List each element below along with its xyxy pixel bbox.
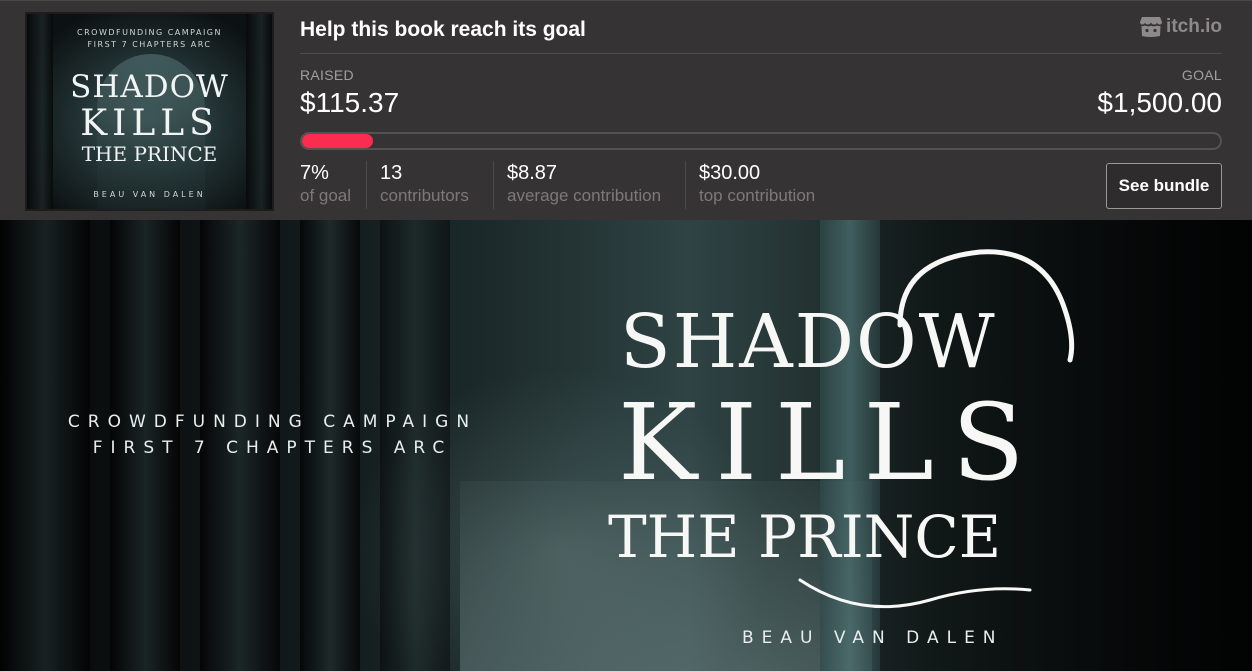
- banner-arc-line: FIRST 7 CHAPTERS ARC: [92, 438, 453, 458]
- banner-title-shadow: SHADOW: [620, 299, 997, 385]
- raised-amount: $115.37: [300, 87, 400, 118]
- stat-top-contribution: $30.00 top contribution: [685, 161, 815, 209]
- stat-label: contributors: [380, 186, 469, 205]
- book-cover-thumbnail[interactable]: CROWDFUNDING CAMPAIGN FIRST 7 CHAPTERS A…: [25, 12, 274, 211]
- stat-percent-of-goal: 7% of goal: [300, 161, 351, 209]
- funding-progress-fill: [302, 134, 373, 148]
- cover-author: BEAU VAN DALEN: [93, 190, 206, 199]
- see-bundle-button[interactable]: See bundle: [1106, 163, 1222, 209]
- stat-contributors: 13 contributors: [366, 161, 469, 209]
- stat-value: 7%: [300, 162, 329, 184]
- banner-title-kills: KILLS: [618, 381, 1043, 504]
- cover-campaign-line: CROWDFUNDING CAMPAIGN: [77, 28, 222, 37]
- goal-amount: $1,500.00: [1097, 87, 1222, 118]
- cover-title-the-prince: THE PRINCE: [81, 142, 218, 166]
- cover-title-shadow: SHADOW: [70, 69, 229, 105]
- cover-arc-line: FIRST 7 CHAPTERS ARC: [87, 40, 212, 49]
- banner-title-the-prince: THE PRINCE: [608, 503, 1002, 571]
- stat-average-contribution: $8.87 average contribution: [493, 161, 661, 209]
- widget-title: Help this book reach its goal: [300, 18, 586, 41]
- stat-value: 13: [380, 162, 403, 184]
- cover-title-kills: KILLS: [80, 103, 219, 144]
- banner-campaign-line: CROWDFUNDING CAMPAIGN: [67, 412, 478, 432]
- goal-label: GOAL: [1181, 67, 1222, 83]
- stat-value: $8.87: [507, 162, 558, 184]
- stat-label: average contribution: [507, 186, 662, 205]
- stat-label: top contribution: [699, 186, 816, 205]
- itchio-brand-text: itch.io: [1166, 16, 1222, 37]
- stat-label: of goal: [300, 186, 352, 205]
- stat-value: $30.00: [699, 162, 761, 184]
- crowdfunding-widget: CROWDFUNDING CAMPAIGN FIRST 7 CHAPTERS A…: [0, 0, 1252, 220]
- funding-progress-bar: [300, 132, 1222, 150]
- itchio-logo-link[interactable]: itch.io: [1139, 16, 1222, 38]
- itchio-controller-icon: [1140, 17, 1163, 37]
- raised-label: RAISED: [300, 67, 354, 83]
- title-divider: [300, 53, 1222, 54]
- cover-banner-image: CROWDFUNDING CAMPAIGN FIRST 7 CHAPTERS A…: [0, 220, 1252, 671]
- banner-author: BEAU VAN DALEN: [742, 628, 1004, 648]
